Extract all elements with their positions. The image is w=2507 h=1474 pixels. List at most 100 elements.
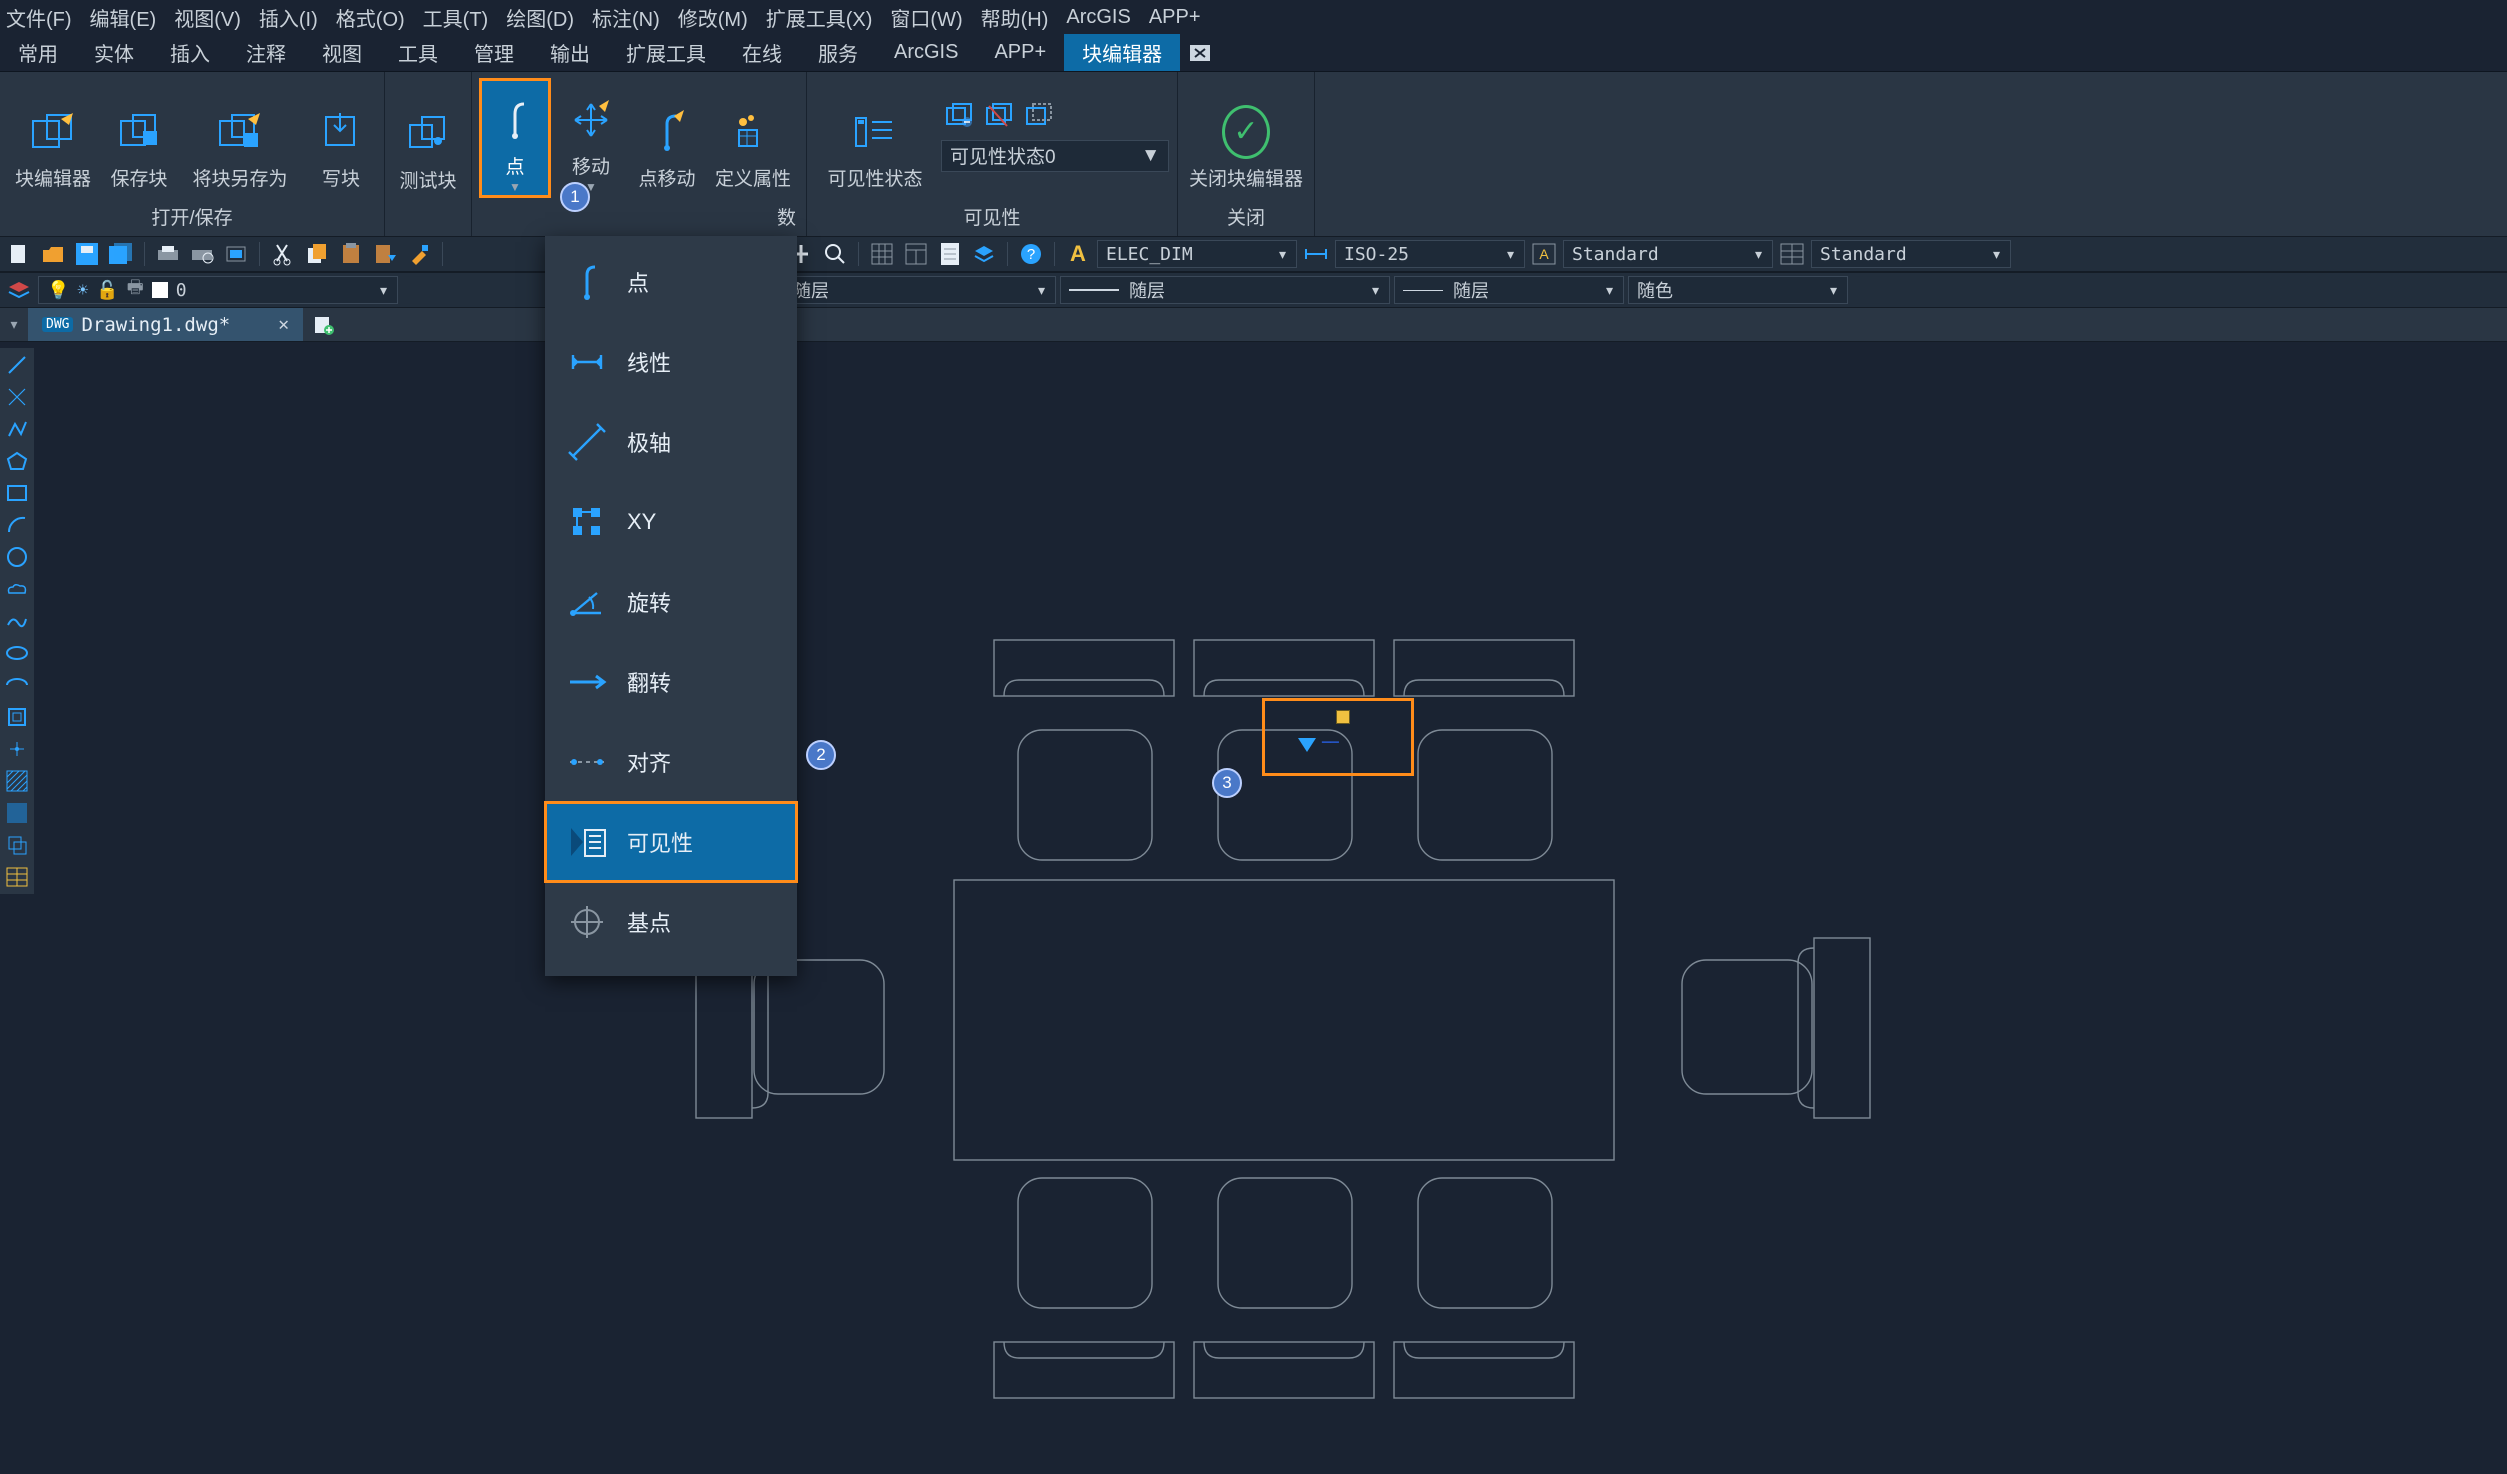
properties-icon[interactable] [901,239,931,269]
dd-point[interactable]: 点 [545,242,797,322]
text-style-icon[interactable]: A [1529,239,1559,269]
menu-arcgis[interactable]: ArcGIS [1066,6,1130,29]
menu-dim[interactable]: 标注(N) [592,3,660,32]
tab-service[interactable]: 服务 [800,34,876,71]
menu-window[interactable]: 窗口(W) [890,3,962,32]
btn-point-move[interactable]: 点移动 [632,79,702,197]
save-icon[interactable] [72,239,102,269]
ellipse-icon[interactable] [4,640,30,666]
open-icon[interactable] [38,239,68,269]
help-icon[interactable]: ? [1016,239,1046,269]
copy-icon[interactable] [302,239,332,269]
close-doc-icon[interactable]: ✕ [278,314,289,335]
drawing-canvas[interactable]: ── 3 [34,350,2507,1474]
grip-visibility[interactable] [1298,738,1316,752]
tab-online[interactable]: 在线 [724,34,800,71]
doc-tab-caret[interactable]: ▾ [0,308,28,341]
dd-basepoint[interactable]: 基点 [545,882,797,962]
match-prop-icon[interactable] [404,239,434,269]
color-dropdown[interactable]: 随色 ▾ [1628,276,1848,304]
ellipse-arc-icon[interactable] [4,672,30,698]
vis-show-icon[interactable] [945,104,975,134]
menu-appplus[interactable]: APP+ [1149,6,1201,29]
btn-block-editor[interactable]: 块编辑器 [8,79,98,197]
pline-icon[interactable] [4,416,30,442]
menu-view[interactable]: 视图(V) [174,3,241,32]
cloud-icon[interactable] [4,576,30,602]
table-style-dropdown[interactable]: Standard▾ [1811,240,2011,268]
paste-icon[interactable] [336,239,366,269]
tab-entity[interactable]: 实体 [76,34,152,71]
layers-icon[interactable] [969,239,999,269]
menu-draw[interactable]: 绘图(D) [506,3,574,32]
dd-rotate[interactable]: 旋转 [545,562,797,642]
tab-close-icon[interactable] [1180,34,1220,71]
dd-linear[interactable]: 线性 [545,322,797,402]
point-tool-icon[interactable] [4,736,30,762]
block-icon[interactable] [4,704,30,730]
new-doc-icon[interactable] [303,308,343,341]
tab-output[interactable]: 输出 [532,34,608,71]
menu-edit[interactable]: 编辑(E) [90,3,157,32]
doc-tab[interactable]: DWG Drawing1.dwg* ✕ [28,308,303,341]
lineweight-dropdown[interactable]: 随层 ▾ [1394,276,1624,304]
gradient-icon[interactable] [4,800,30,826]
tab-common[interactable]: 常用 [0,34,76,71]
circle-icon[interactable] [4,544,30,570]
grid-icon[interactable] [867,239,897,269]
arc-icon[interactable] [4,512,30,538]
print-preview-icon[interactable] [187,239,217,269]
region-icon[interactable] [4,832,30,858]
btn-define-attr[interactable]: 定义属性 [708,79,798,197]
dd-visibility[interactable]: 可见性 [545,802,797,882]
vis-toggle-icon[interactable] [1025,104,1055,134]
btn-save-block-as[interactable]: 将块另存为 [180,79,300,197]
print-icon[interactable] [153,239,183,269]
btn-close-block-editor[interactable]: ✓ 关闭块编辑器 [1186,79,1306,197]
paste-special-icon[interactable] [370,239,400,269]
text-style-dropdown[interactable]: Standard▾ [1563,240,1773,268]
tab-ext[interactable]: 扩展工具 [608,34,724,71]
menu-file[interactable]: 文件(F) [6,3,72,32]
ray-icon[interactable] [4,384,30,410]
sheet-icon[interactable] [935,239,965,269]
new-icon[interactable] [4,239,34,269]
dd-polar[interactable]: 极轴 [545,402,797,482]
menu-help[interactable]: 帮助(H) [981,3,1049,32]
tab-block-edit[interactable]: 块编辑器 [1064,34,1180,71]
grip-basepoint[interactable] [1336,710,1350,724]
line-icon[interactable] [4,352,30,378]
linetype-dropdown[interactable]: 随层 ▾ [756,276,1056,304]
tab-manage[interactable]: 管理 [456,34,532,71]
dd-xy[interactable]: XY [545,482,797,562]
vis-hide-icon[interactable] [985,104,1015,134]
table-style-icon[interactable] [1777,239,1807,269]
annot-scale-icon[interactable]: A [1063,239,1093,269]
spline-icon[interactable] [4,608,30,634]
hatch-icon[interactable] [4,768,30,794]
tab-arcgis[interactable]: ArcGIS [876,34,976,71]
dim-icon[interactable] [1301,239,1331,269]
polygon-icon[interactable] [4,448,30,474]
plot-icon[interactable] [221,239,251,269]
tab-view[interactable]: 视图 [304,34,380,71]
btn-write-block[interactable]: 写块 [306,79,376,197]
tab-annot[interactable]: 注释 [228,34,304,71]
rect-icon[interactable] [4,480,30,506]
btn-visibility-state[interactable]: 可见性状态 [815,79,935,197]
table-icon[interactable] [4,864,30,890]
menu-format[interactable]: 格式(O) [336,3,405,32]
tab-insert[interactable]: 插入 [152,34,228,71]
linetype2-dropdown[interactable]: 随层 ▾ [1060,276,1390,304]
tab-appplus[interactable]: APP+ [976,34,1064,71]
menu-tools[interactable]: 工具(T) [423,3,489,32]
visibility-state-dropdown[interactable]: 可见性状态0 ▼ [941,140,1169,172]
btn-point[interactable]: 点 ▼ [480,79,550,197]
btn-test-block[interactable]: 测试块 [393,81,463,199]
iso-dropdown[interactable]: ISO-25▾ [1335,240,1525,268]
dim-style-dropdown[interactable]: ELEC_DIM▾ [1097,240,1297,268]
zoom-icon[interactable] [820,239,850,269]
layer-dropdown[interactable]: 💡 ☀ 🔓 🖶 0 ▾ [38,276,398,304]
menu-insert[interactable]: 插入(I) [259,3,318,32]
dd-flip[interactable]: 翻转 [545,642,797,722]
